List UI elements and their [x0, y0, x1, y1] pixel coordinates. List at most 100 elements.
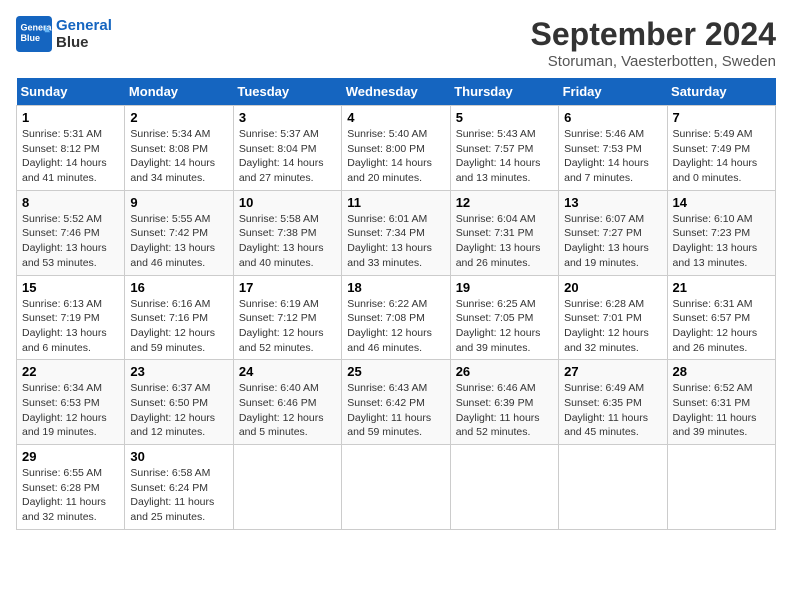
day-cell-23: 23 Sunrise: 6:37 AM Sunset: 6:50 PM Dayl…	[125, 360, 233, 445]
day-info: Sunrise: 6:49 AM Sunset: 6:35 PM Dayligh…	[564, 381, 661, 440]
day-cell-30: 30 Sunrise: 6:58 AM Sunset: 6:24 PM Dayl…	[125, 445, 233, 530]
day-info: Sunrise: 6:34 AM Sunset: 6:53 PM Dayligh…	[22, 381, 119, 440]
header-friday: Friday	[559, 78, 667, 106]
calendar-table: Sunday Monday Tuesday Wednesday Thursday…	[16, 78, 776, 530]
day-cell-17: 17 Sunrise: 6:19 AM Sunset: 7:12 PM Dayl…	[233, 275, 341, 360]
header-tuesday: Tuesday	[233, 78, 341, 106]
calendar-subtitle: Storuman, Vaesterbotten, Sweden	[531, 53, 776, 70]
day-number: 7	[673, 110, 770, 125]
day-number: 13	[564, 195, 661, 210]
day-cell-10: 10 Sunrise: 5:58 AM Sunset: 7:38 PM Dayl…	[233, 190, 341, 275]
day-number: 8	[22, 195, 119, 210]
day-number: 22	[22, 364, 119, 379]
day-cell-11: 11 Sunrise: 6:01 AM Sunset: 7:34 PM Dayl…	[342, 190, 450, 275]
day-cell-27: 27 Sunrise: 6:49 AM Sunset: 6:35 PM Dayl…	[559, 360, 667, 445]
empty-cell	[450, 445, 558, 530]
day-number: 29	[22, 449, 119, 464]
day-number: 23	[130, 364, 227, 379]
day-cell-1: 1 Sunrise: 5:31 AM Sunset: 8:12 PM Dayli…	[17, 106, 125, 191]
day-number: 2	[130, 110, 227, 125]
day-cell-2: 2 Sunrise: 5:34 AM Sunset: 8:08 PM Dayli…	[125, 106, 233, 191]
empty-cell	[342, 445, 450, 530]
day-info: Sunrise: 6:25 AM Sunset: 7:05 PM Dayligh…	[456, 297, 553, 356]
day-info: Sunrise: 6:31 AM Sunset: 6:57 PM Dayligh…	[673, 297, 770, 356]
day-number: 18	[347, 280, 444, 295]
svg-text:Blue: Blue	[21, 33, 41, 43]
day-number: 20	[564, 280, 661, 295]
day-info: Sunrise: 6:28 AM Sunset: 7:01 PM Dayligh…	[564, 297, 661, 356]
day-info: Sunrise: 6:46 AM Sunset: 6:39 PM Dayligh…	[456, 381, 553, 440]
day-info: Sunrise: 5:37 AM Sunset: 8:04 PM Dayligh…	[239, 127, 336, 186]
day-info: Sunrise: 6:10 AM Sunset: 7:23 PM Dayligh…	[673, 212, 770, 271]
day-number: 15	[22, 280, 119, 295]
week-row: 15 Sunrise: 6:13 AM Sunset: 7:19 PM Dayl…	[17, 275, 776, 360]
day-number: 30	[130, 449, 227, 464]
header-thursday: Thursday	[450, 78, 558, 106]
day-info: Sunrise: 6:52 AM Sunset: 6:31 PM Dayligh…	[673, 381, 770, 440]
day-info: Sunrise: 5:43 AM Sunset: 7:57 PM Dayligh…	[456, 127, 553, 186]
day-info: Sunrise: 5:31 AM Sunset: 8:12 PM Dayligh…	[22, 127, 119, 186]
day-number: 4	[347, 110, 444, 125]
day-number: 10	[239, 195, 336, 210]
day-number: 3	[239, 110, 336, 125]
week-row: 8 Sunrise: 5:52 AM Sunset: 7:46 PM Dayli…	[17, 190, 776, 275]
day-cell-29: 29 Sunrise: 6:55 AM Sunset: 6:28 PM Dayl…	[17, 445, 125, 530]
day-cell-16: 16 Sunrise: 6:16 AM Sunset: 7:16 PM Dayl…	[125, 275, 233, 360]
day-number: 25	[347, 364, 444, 379]
day-cell-21: 21 Sunrise: 6:31 AM Sunset: 6:57 PM Dayl…	[667, 275, 775, 360]
day-info: Sunrise: 6:55 AM Sunset: 6:28 PM Dayligh…	[22, 466, 119, 525]
calendar-title: September 2024	[531, 16, 776, 53]
day-info: Sunrise: 5:49 AM Sunset: 7:49 PM Dayligh…	[673, 127, 770, 186]
day-cell-5: 5 Sunrise: 5:43 AM Sunset: 7:57 PM Dayli…	[450, 106, 558, 191]
day-cell-9: 9 Sunrise: 5:55 AM Sunset: 7:42 PM Dayli…	[125, 190, 233, 275]
day-info: Sunrise: 6:40 AM Sunset: 6:46 PM Dayligh…	[239, 381, 336, 440]
day-info: Sunrise: 6:01 AM Sunset: 7:34 PM Dayligh…	[347, 212, 444, 271]
empty-cell	[667, 445, 775, 530]
day-cell-28: 28 Sunrise: 6:52 AM Sunset: 6:31 PM Dayl…	[667, 360, 775, 445]
day-number: 21	[673, 280, 770, 295]
day-number: 1	[22, 110, 119, 125]
day-cell-7: 7 Sunrise: 5:49 AM Sunset: 7:49 PM Dayli…	[667, 106, 775, 191]
day-cell-13: 13 Sunrise: 6:07 AM Sunset: 7:27 PM Dayl…	[559, 190, 667, 275]
day-number: 12	[456, 195, 553, 210]
day-info: Sunrise: 6:22 AM Sunset: 7:08 PM Dayligh…	[347, 297, 444, 356]
day-info: Sunrise: 5:52 AM Sunset: 7:46 PM Dayligh…	[22, 212, 119, 271]
day-info: Sunrise: 6:58 AM Sunset: 6:24 PM Dayligh…	[130, 466, 227, 525]
day-info: Sunrise: 5:34 AM Sunset: 8:08 PM Dayligh…	[130, 127, 227, 186]
day-cell-22: 22 Sunrise: 6:34 AM Sunset: 6:53 PM Dayl…	[17, 360, 125, 445]
day-info: Sunrise: 5:55 AM Sunset: 7:42 PM Dayligh…	[130, 212, 227, 271]
day-cell-18: 18 Sunrise: 6:22 AM Sunset: 7:08 PM Dayl…	[342, 275, 450, 360]
day-cell-12: 12 Sunrise: 6:04 AM Sunset: 7:31 PM Dayl…	[450, 190, 558, 275]
day-number: 28	[673, 364, 770, 379]
logo-line2: Blue	[56, 34, 89, 51]
header-saturday: Saturday	[667, 78, 775, 106]
day-number: 14	[673, 195, 770, 210]
day-info: Sunrise: 6:19 AM Sunset: 7:12 PM Dayligh…	[239, 297, 336, 356]
empty-cell	[233, 445, 341, 530]
day-number: 11	[347, 195, 444, 210]
logo-text: General Blue	[56, 17, 112, 51]
header: General Blue General Blue September 2024…	[16, 16, 776, 70]
header-sunday: Sunday	[17, 78, 125, 106]
day-number: 17	[239, 280, 336, 295]
day-cell-26: 26 Sunrise: 6:46 AM Sunset: 6:39 PM Dayl…	[450, 360, 558, 445]
header-monday: Monday	[125, 78, 233, 106]
day-number: 27	[564, 364, 661, 379]
day-number: 19	[456, 280, 553, 295]
day-number: 26	[456, 364, 553, 379]
day-info: Sunrise: 6:13 AM Sunset: 7:19 PM Dayligh…	[22, 297, 119, 356]
day-cell-25: 25 Sunrise: 6:43 AM Sunset: 6:42 PM Dayl…	[342, 360, 450, 445]
day-number: 16	[130, 280, 227, 295]
day-cell-4: 4 Sunrise: 5:40 AM Sunset: 8:00 PM Dayli…	[342, 106, 450, 191]
day-info: Sunrise: 5:58 AM Sunset: 7:38 PM Dayligh…	[239, 212, 336, 271]
day-cell-19: 19 Sunrise: 6:25 AM Sunset: 7:05 PM Dayl…	[450, 275, 558, 360]
weekday-header-row: Sunday Monday Tuesday Wednesday Thursday…	[17, 78, 776, 106]
day-cell-3: 3 Sunrise: 5:37 AM Sunset: 8:04 PM Dayli…	[233, 106, 341, 191]
day-info: Sunrise: 6:37 AM Sunset: 6:50 PM Dayligh…	[130, 381, 227, 440]
week-row: 22 Sunrise: 6:34 AM Sunset: 6:53 PM Dayl…	[17, 360, 776, 445]
week-row: 1 Sunrise: 5:31 AM Sunset: 8:12 PM Dayli…	[17, 106, 776, 191]
week-row: 29 Sunrise: 6:55 AM Sunset: 6:28 PM Dayl…	[17, 445, 776, 530]
title-area: September 2024 Storuman, Vaesterbotten, …	[531, 16, 776, 70]
day-info: Sunrise: 5:40 AM Sunset: 8:00 PM Dayligh…	[347, 127, 444, 186]
day-cell-14: 14 Sunrise: 6:10 AM Sunset: 7:23 PM Dayl…	[667, 190, 775, 275]
